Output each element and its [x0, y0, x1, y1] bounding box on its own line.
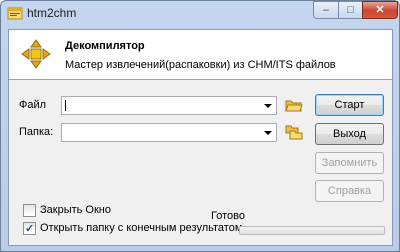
- text-caret: [65, 100, 66, 111]
- open-folder-label: Открыть папку с конечным результатом: [40, 222, 243, 234]
- dialog-body: Декомпилятор Мастер извлечений(распаковк…: [8, 29, 393, 246]
- close-window-label: Закрыть Окно: [40, 204, 111, 216]
- arrows-move-icon: [21, 39, 51, 69]
- folder-tree-icon[interactable]: [285, 124, 303, 140]
- open-folder-checkbox[interactable]: ✓: [23, 222, 36, 235]
- folder-combobox[interactable]: [61, 123, 277, 142]
- wizard-banner: Декомпилятор Мастер извлечений(распаковк…: [9, 30, 392, 80]
- help-button[interactable]: Справка: [315, 180, 384, 202]
- status-text: Готово: [211, 210, 245, 222]
- progress-bar: [239, 226, 385, 235]
- title-bar[interactable]: htm2chm – □ ✕: [1, 1, 399, 23]
- folder-open-icon[interactable]: [285, 97, 303, 113]
- dropdown-arrow-icon[interactable]: [263, 127, 273, 139]
- app-window: htm2chm – □ ✕ Декомпилятор Мастер извлеч…: [0, 0, 400, 252]
- minimize-button[interactable]: –: [313, 1, 339, 19]
- checkmark-icon: ✓: [25, 223, 35, 235]
- banner-subtitle: Мастер извлечений(распаковки) из CHM/ITS…: [65, 59, 336, 71]
- folder-label: Папка:: [19, 126, 54, 138]
- file-label: Файл: [19, 99, 47, 111]
- exit-button[interactable]: Выход: [315, 123, 384, 145]
- close-window-checkbox[interactable]: [23, 204, 36, 217]
- maximize-button[interactable]: □: [338, 1, 363, 19]
- dropdown-arrow-icon[interactable]: [263, 100, 273, 112]
- banner-title: Декомпилятор: [65, 40, 145, 52]
- remember-button[interactable]: Запомнить: [315, 152, 384, 174]
- close-button[interactable]: ✕: [362, 1, 398, 19]
- file-combobox[interactable]: [61, 96, 277, 115]
- window-title: htm2chm: [27, 6, 77, 20]
- app-icon: [7, 7, 23, 20]
- start-button[interactable]: Старт: [315, 94, 384, 116]
